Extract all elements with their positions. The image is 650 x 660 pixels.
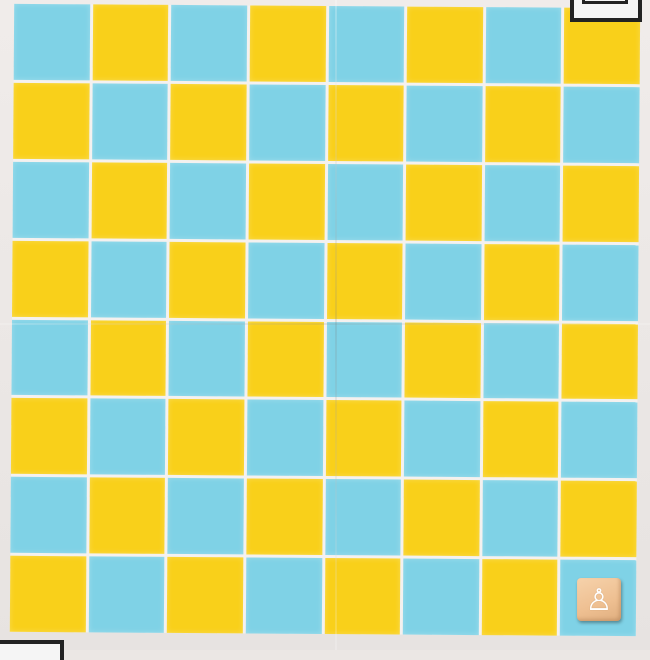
- board-square-r3-c3[interactable]: [169, 162, 246, 240]
- board-square-r2-c3[interactable]: [170, 83, 247, 161]
- board-square-r8-c4[interactable]: [245, 557, 322, 634]
- board-square-r1-c7[interactable]: [485, 7, 562, 84]
- board-square-r8-c1[interactable]: [9, 555, 86, 633]
- board-square-r7-c3[interactable]: [167, 478, 244, 555]
- board-square-r8-c7[interactable]: [481, 559, 558, 636]
- board-square-r3-c2[interactable]: [91, 162, 168, 239]
- board-square-r4-c8[interactable]: [562, 244, 639, 321]
- board-square-r3-c7[interactable]: [484, 164, 561, 242]
- board-square-r3-c1[interactable]: [12, 161, 89, 238]
- board-square-r5-c3[interactable]: [168, 320, 245, 397]
- board-square-r7-c6[interactable]: [403, 479, 480, 557]
- fiducial-marker-top-right: [570, 0, 642, 22]
- board-square-r7-c8[interactable]: [560, 480, 637, 558]
- board-square-r2-c2[interactable]: [91, 83, 168, 160]
- board-square-r7-c5[interactable]: [324, 479, 402, 556]
- board-square-r7-c7[interactable]: [482, 480, 559, 557]
- board-square-r2-c5[interactable]: [327, 84, 404, 162]
- board-square-r5-c1[interactable]: [11, 319, 88, 396]
- board-square-r8-c3[interactable]: [167, 557, 244, 634]
- board-square-r4-c3[interactable]: [169, 241, 246, 318]
- game-scene: ♙: [0, 0, 650, 660]
- board-square-r6-c4[interactable]: [246, 399, 323, 477]
- board-square-r6-c8[interactable]: [561, 402, 638, 479]
- board-square-r7-c4[interactable]: [246, 478, 323, 556]
- board-square-r1-c4[interactable]: [249, 5, 326, 82]
- board-square-r5-c2[interactable]: [90, 319, 167, 397]
- board-square-r1-c2[interactable]: [92, 4, 169, 81]
- white-pawn-icon: ♙: [585, 582, 613, 618]
- board-square-r1-c1[interactable]: [13, 3, 90, 81]
- chess-board: [9, 3, 641, 637]
- board-square-r6-c3[interactable]: [168, 399, 245, 476]
- board-square-r6-c7[interactable]: [482, 401, 559, 478]
- pawn-piece[interactable]: ♙: [577, 578, 621, 621]
- board-square-r5-c4[interactable]: [247, 320, 324, 398]
- board-square-r8-c6[interactable]: [402, 558, 480, 636]
- board-square-r6-c2[interactable]: [89, 398, 166, 476]
- board-square-r5-c8[interactable]: [561, 323, 638, 400]
- board-square-r2-c7[interactable]: [484, 85, 562, 163]
- board-square-r4-c4[interactable]: [247, 242, 325, 319]
- board-square-r8-c5[interactable]: [324, 558, 401, 635]
- board-square-r4-c1[interactable]: [12, 240, 89, 317]
- board-square-r2-c8[interactable]: [563, 86, 640, 163]
- board-square-r1-c5[interactable]: [328, 6, 405, 83]
- board-square-r5-c6[interactable]: [404, 322, 481, 399]
- board-square-r5-c5[interactable]: [325, 321, 403, 398]
- board-square-r1-c6[interactable]: [406, 6, 483, 83]
- board-square-r3-c6[interactable]: [405, 164, 482, 241]
- board-square-r3-c4[interactable]: [248, 163, 325, 240]
- board-square-r3-c8[interactable]: [562, 165, 640, 242]
- board-square-r6-c1[interactable]: [10, 398, 88, 475]
- board-square-r2-c1[interactable]: [13, 82, 90, 160]
- board-square-r7-c2[interactable]: [88, 477, 166, 555]
- board-square-r4-c2[interactable]: [90, 240, 167, 318]
- board-square-r6-c6[interactable]: [404, 400, 481, 478]
- board-square-r2-c4[interactable]: [248, 84, 326, 161]
- board-square-r4-c6[interactable]: [405, 243, 482, 320]
- board-square-r3-c5[interactable]: [327, 163, 404, 241]
- board-square-r2-c6[interactable]: [406, 85, 483, 162]
- board-square-r5-c7[interactable]: [483, 322, 560, 400]
- board-square-r8-c2[interactable]: [88, 556, 165, 633]
- fiducial-marker-bottom-left: [0, 640, 64, 660]
- board-square-r7-c1[interactable]: [10, 477, 87, 554]
- board-square-r4-c5[interactable]: [326, 242, 403, 320]
- board-square-r4-c7[interactable]: [483, 243, 560, 321]
- board-square-r1-c3[interactable]: [170, 4, 248, 82]
- board-square-r6-c5[interactable]: [325, 400, 402, 477]
